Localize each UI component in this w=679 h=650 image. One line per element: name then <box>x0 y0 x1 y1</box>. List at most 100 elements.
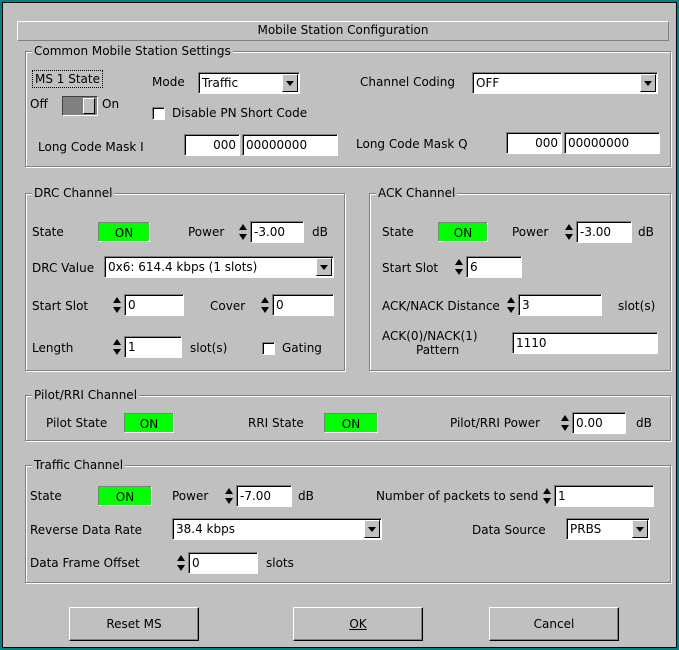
traffic-state-label: State <box>30 489 62 503</box>
ack-power-label: Power <box>512 225 549 239</box>
ack-channel-group: ACK Channel State ON Power -3.00 dB Star… <box>369 186 671 371</box>
pilot-rri-power-spinner[interactable] <box>560 413 571 433</box>
ms-state-toggle[interactable] <box>62 96 98 116</box>
spin-up-icon[interactable] <box>507 297 515 303</box>
drc-state-label: State <box>32 225 64 239</box>
long-code-mask-i-high-field[interactable]: 000 <box>184 134 240 156</box>
spin-down-icon[interactable] <box>455 269 463 275</box>
reverse-rate-select[interactable]: 38.4 kbps <box>172 518 382 540</box>
pilot-state-indicator[interactable]: ON <box>124 413 174 433</box>
disable-pn-checkbox[interactable] <box>152 107 165 120</box>
ack-power-field[interactable]: -3.00 <box>576 221 632 243</box>
long-code-mask-q-low-field[interactable]: 00000000 <box>564 132 660 154</box>
ok-button[interactable]: OK <box>293 607 423 641</box>
drc-value-select[interactable]: 0x6: 614.4 kbps (1 slots) <box>104 256 334 278</box>
drc-start-slot-label: Start Slot <box>32 299 89 313</box>
cancel-button[interactable]: Cancel <box>489 607 619 641</box>
drc-state-indicator[interactable]: ON <box>98 222 150 242</box>
spin-up-icon[interactable] <box>455 259 463 265</box>
ack-distance-spinner[interactable] <box>506 295 517 315</box>
title-bar: Mobile Station Configuration <box>17 21 669 41</box>
reverse-rate-value: 38.4 kbps <box>176 522 235 536</box>
drc-power-spinner[interactable] <box>238 222 249 242</box>
ack-pattern-label-line2: Pattern <box>416 343 460 357</box>
spin-down-icon[interactable] <box>561 425 569 431</box>
ack-distance-field[interactable]: 3 <box>518 294 602 316</box>
spin-up-icon[interactable] <box>565 224 573 230</box>
drc-length-field[interactable]: 1 <box>124 336 182 358</box>
disable-pn-label: Disable PN Short Code <box>172 106 308 120</box>
packets-spinner[interactable] <box>542 486 553 506</box>
drc-channel-group: DRC Channel State ON Power -3.00 dB DRC … <box>25 186 345 371</box>
pilot-rri-power-label: Pilot/RRI Power <box>450 416 541 430</box>
chevron-down-icon <box>368 527 376 532</box>
spin-down-icon[interactable] <box>507 307 515 313</box>
long-code-mask-q-label: Long Code Mask Q <box>356 137 468 151</box>
traffic-channel-group: Traffic Channel State ON Power -7.00 dB … <box>25 458 671 583</box>
spin-up-icon[interactable] <box>239 224 247 230</box>
spin-down-icon[interactable] <box>239 234 247 240</box>
drc-gating-checkbox[interactable] <box>262 342 275 355</box>
spin-down-icon[interactable] <box>113 349 121 355</box>
traffic-power-spinner[interactable] <box>224 486 235 506</box>
drc-cover-field[interactable]: 0 <box>272 294 334 316</box>
traffic-power-field[interactable]: -7.00 <box>236 485 292 507</box>
chevron-down-icon <box>320 265 328 270</box>
reset-ms-button[interactable]: Reset MS <box>69 607 199 641</box>
mode-select[interactable]: Traffic <box>198 72 300 94</box>
drc-value-dropdown-button[interactable] <box>316 258 332 276</box>
traffic-state-indicator[interactable]: ON <box>98 486 152 506</box>
channel-coding-dropdown-button[interactable] <box>640 74 656 92</box>
traffic-channel-title: Traffic Channel <box>32 458 126 472</box>
ack-start-slot-field[interactable]: 6 <box>466 256 522 278</box>
packets-field[interactable]: 1 <box>554 485 654 507</box>
channel-coding-select[interactable]: OFF <box>472 72 658 94</box>
drc-start-slot-field[interactable]: 0 <box>124 294 184 316</box>
rri-state-label: RRI State <box>248 416 304 430</box>
spin-up-icon[interactable] <box>113 297 121 303</box>
spin-down-icon[interactable] <box>113 307 121 313</box>
frame-offset-spinner[interactable] <box>176 553 187 573</box>
data-source-select[interactable]: PRBS <box>566 518 650 540</box>
spin-down-icon[interactable] <box>261 307 269 313</box>
long-code-mask-q-high-field[interactable]: 000 <box>506 132 562 154</box>
spin-down-icon[interactable] <box>565 234 573 240</box>
spin-up-icon[interactable] <box>261 297 269 303</box>
reverse-rate-dropdown-button[interactable] <box>364 520 380 538</box>
ack-state-indicator[interactable]: ON <box>438 222 488 242</box>
frame-offset-unit: slots <box>266 556 294 570</box>
mode-dropdown-button[interactable] <box>282 74 298 92</box>
long-code-mask-i-low-field[interactable]: 00000000 <box>242 134 338 156</box>
drc-length-label: Length <box>32 341 74 355</box>
dialog-window: Mobile Station Configuration Common Mobi… <box>0 0 679 650</box>
ack-pattern-field[interactable]: 1110 <box>512 332 658 354</box>
drc-power-unit: dB <box>312 225 328 239</box>
drc-length-spinner[interactable] <box>112 337 123 357</box>
data-source-dropdown-button[interactable] <box>632 520 648 538</box>
frame-offset-field[interactable]: 0 <box>188 552 258 574</box>
drc-power-field[interactable]: -3.00 <box>250 221 304 243</box>
toggle-knob[interactable] <box>83 98 95 114</box>
spin-up-icon[interactable] <box>225 488 233 494</box>
spin-down-icon[interactable] <box>177 565 185 571</box>
pilot-rri-group: Pilot/RRI Channel Pilot State ON RRI Sta… <box>25 388 671 441</box>
ack-power-spinner[interactable] <box>564 222 575 242</box>
spin-up-icon[interactable] <box>177 555 185 561</box>
ack-start-slot-spinner[interactable] <box>454 257 465 277</box>
drc-cover-spinner[interactable] <box>260 295 271 315</box>
chevron-down-icon <box>636 527 644 532</box>
pilot-rri-power-field[interactable]: 0.00 <box>572 412 626 434</box>
ack-state-label: State <box>382 225 414 239</box>
reverse-rate-label: Reverse Data Rate <box>30 523 143 537</box>
common-settings-group: Common Mobile Station Settings MS 1 Stat… <box>25 44 671 167</box>
off-label: Off <box>30 97 48 111</box>
spin-up-icon[interactable] <box>113 339 121 345</box>
spin-up-icon[interactable] <box>561 415 569 421</box>
drc-start-slot-spinner[interactable] <box>112 295 123 315</box>
rri-state-indicator[interactable]: ON <box>324 413 378 433</box>
spin-up-icon[interactable] <box>543 488 551 494</box>
spin-down-icon[interactable] <box>543 498 551 504</box>
spin-down-icon[interactable] <box>225 498 233 504</box>
packets-label: Number of packets to send <box>376 489 539 503</box>
ack-start-slot-label: Start Slot <box>382 261 439 275</box>
